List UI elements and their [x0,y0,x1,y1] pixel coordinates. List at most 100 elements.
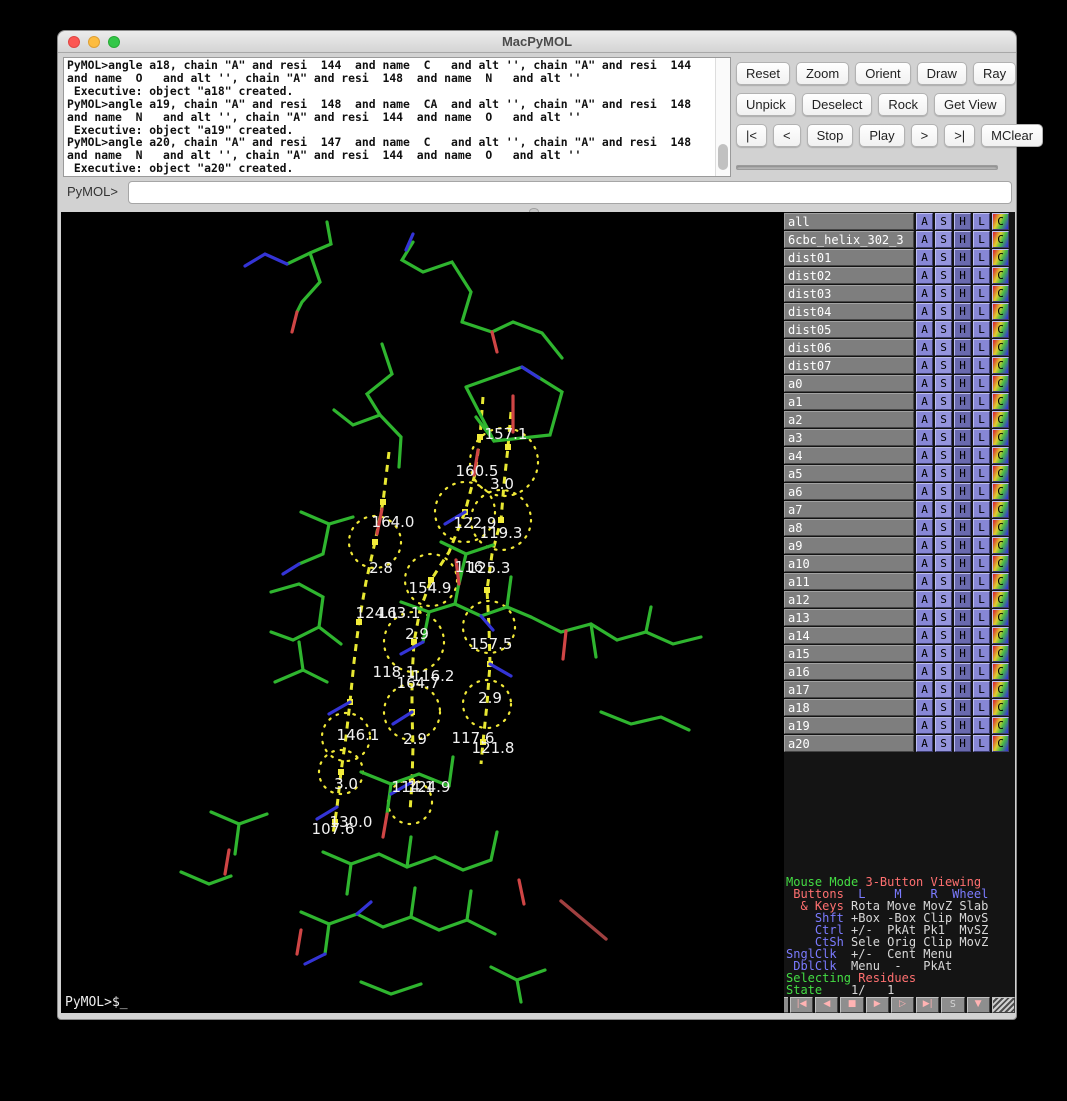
l-menu-button[interactable]: L [973,213,990,230]
c-menu-button[interactable]: C [992,573,1009,590]
a-menu-button[interactable]: A [916,681,933,698]
l-menu-button[interactable]: L [973,519,990,536]
orient-button[interactable]: Orient [855,62,910,85]
c-menu-button[interactable]: C [992,249,1009,266]
h-menu-button[interactable]: H [954,699,971,716]
l-menu-button[interactable]: L [973,591,990,608]
c-menu-button[interactable]: C [992,519,1009,536]
c-menu-button[interactable]: C [992,609,1009,626]
l-menu-button[interactable]: L [973,429,990,446]
object-name-a15[interactable]: a15 [784,645,914,662]
h-menu-button[interactable]: H [954,357,971,374]
s-menu-button[interactable]: S [935,339,952,356]
l-menu-button[interactable]: L [973,465,990,482]
s-menu-button[interactable]: S [935,699,952,716]
object-name-dist02[interactable]: dist02 [784,267,914,284]
h-menu-button[interactable]: H [954,609,971,626]
object-name-a12[interactable]: a12 [784,591,914,608]
object-name-a14[interactable]: a14 [784,627,914,644]
h-menu-button[interactable]: H [954,465,971,482]
h-menu-button[interactable]: H [954,717,971,734]
c-menu-button[interactable]: C [992,591,1009,608]
a-menu-button[interactable]: A [916,537,933,554]
h-menu-button[interactable]: H [954,645,971,662]
molecule-viewport[interactable]: PyMOL>$_ 157.1160.53.0164.0122.9119.32.8… [61,212,784,1013]
l-menu-button[interactable]: L [973,663,990,680]
s-menu-button[interactable]: S [935,483,952,500]
object-name-a4[interactable]: a4 [784,447,914,464]
l-menu-button[interactable]: L [973,375,990,392]
s-menu-button[interactable]: S [935,321,952,338]
object-name-a1[interactable]: a1 [784,393,914,410]
l-menu-button[interactable]: L [973,447,990,464]
c-menu-button[interactable]: C [992,375,1009,392]
object-name-a11[interactable]: a11 [784,573,914,590]
c-menu-button[interactable]: C [992,645,1009,662]
c-menu-button[interactable]: C [992,699,1009,716]
c-menu-button[interactable]: C [992,357,1009,374]
l-menu-button[interactable]: L [973,645,990,662]
rock-button[interactable]: Rock [878,93,928,116]
s-menu-button[interactable]: S [935,681,952,698]
c-menu-button[interactable]: C [992,339,1009,356]
stop-movie-button-icon[interactable]: ■ [840,997,863,1013]
s-menu-button[interactable]: S [935,519,952,536]
object-name-a9[interactable]: a9 [784,537,914,554]
l-menu-button[interactable]: L [973,411,990,428]
h-menu-button[interactable]: H [954,303,971,320]
s-menu-button[interactable]: S [935,717,952,734]
console-scrollbar-thumb[interactable] [718,144,728,170]
draw-button[interactable]: Draw [917,62,967,85]
object-name-dist01[interactable]: dist01 [784,249,914,266]
a-menu-button[interactable]: A [916,303,933,320]
a-menu-button[interactable]: A [916,663,933,680]
h-menu-button[interactable]: H [954,285,971,302]
s-menu-button[interactable]: S [935,591,952,608]
c-menu-button[interactable]: C [992,483,1009,500]
h-menu-button[interactable]: H [954,339,971,356]
l-menu-button[interactable]: L [973,609,990,626]
s-menu-button[interactable]: S [935,357,952,374]
object-name-6cbc_helix_302_3[interactable]: 6cbc_helix_302_3 [784,231,914,248]
c-menu-button[interactable]: C [992,267,1009,284]
zoom-button[interactable]: Zoom [796,62,849,85]
a-menu-button[interactable]: A [916,393,933,410]
h-menu-button[interactable]: H [954,501,971,518]
s-button[interactable]: S [941,997,964,1013]
resize-grip[interactable] [992,997,1015,1013]
h-menu-button[interactable]: H [954,681,971,698]
object-name-a10[interactable]: a10 [784,555,914,572]
a-menu-button[interactable]: A [916,321,933,338]
h-menu-button[interactable]: H [954,573,971,590]
a-menu-button[interactable]: A [916,717,933,734]
s-menu-button[interactable]: S [935,213,952,230]
c-menu-button[interactable]: C [992,537,1009,554]
object-name-dist05[interactable]: dist05 [784,321,914,338]
next-frame-button[interactable]: > [911,124,939,147]
c-menu-button[interactable]: C [992,213,1009,230]
a-menu-button[interactable]: A [916,645,933,662]
object-name-a0[interactable]: a0 [784,375,914,392]
object-name-dist03[interactable]: dist03 [784,285,914,302]
l-menu-button[interactable]: L [973,699,990,716]
h-menu-button[interactable]: H [954,411,971,428]
s-menu-button[interactable]: S [935,465,952,482]
last-frame-button[interactable]: >| [944,124,975,147]
s-menu-button[interactable]: S [935,429,952,446]
s-menu-button[interactable]: S [935,573,952,590]
a-menu-button[interactable]: A [916,249,933,266]
a-menu-button[interactable]: A [916,699,933,716]
object-name-all[interactable]: all [784,213,914,230]
s-menu-button[interactable]: S [935,627,952,644]
s-menu-button[interactable]: S [935,285,952,302]
h-menu-button[interactable]: H [954,591,971,608]
object-name-a3[interactable]: a3 [784,429,914,446]
l-menu-button[interactable]: L [973,627,990,644]
a-menu-button[interactable]: A [916,231,933,248]
s-menu-button[interactable]: S [935,645,952,662]
c-menu-button[interactable]: C [992,555,1009,572]
h-menu-button[interactable]: H [954,537,971,554]
l-menu-button[interactable]: L [973,573,990,590]
s-menu-button[interactable]: S [935,663,952,680]
l-menu-button[interactable]: L [973,231,990,248]
